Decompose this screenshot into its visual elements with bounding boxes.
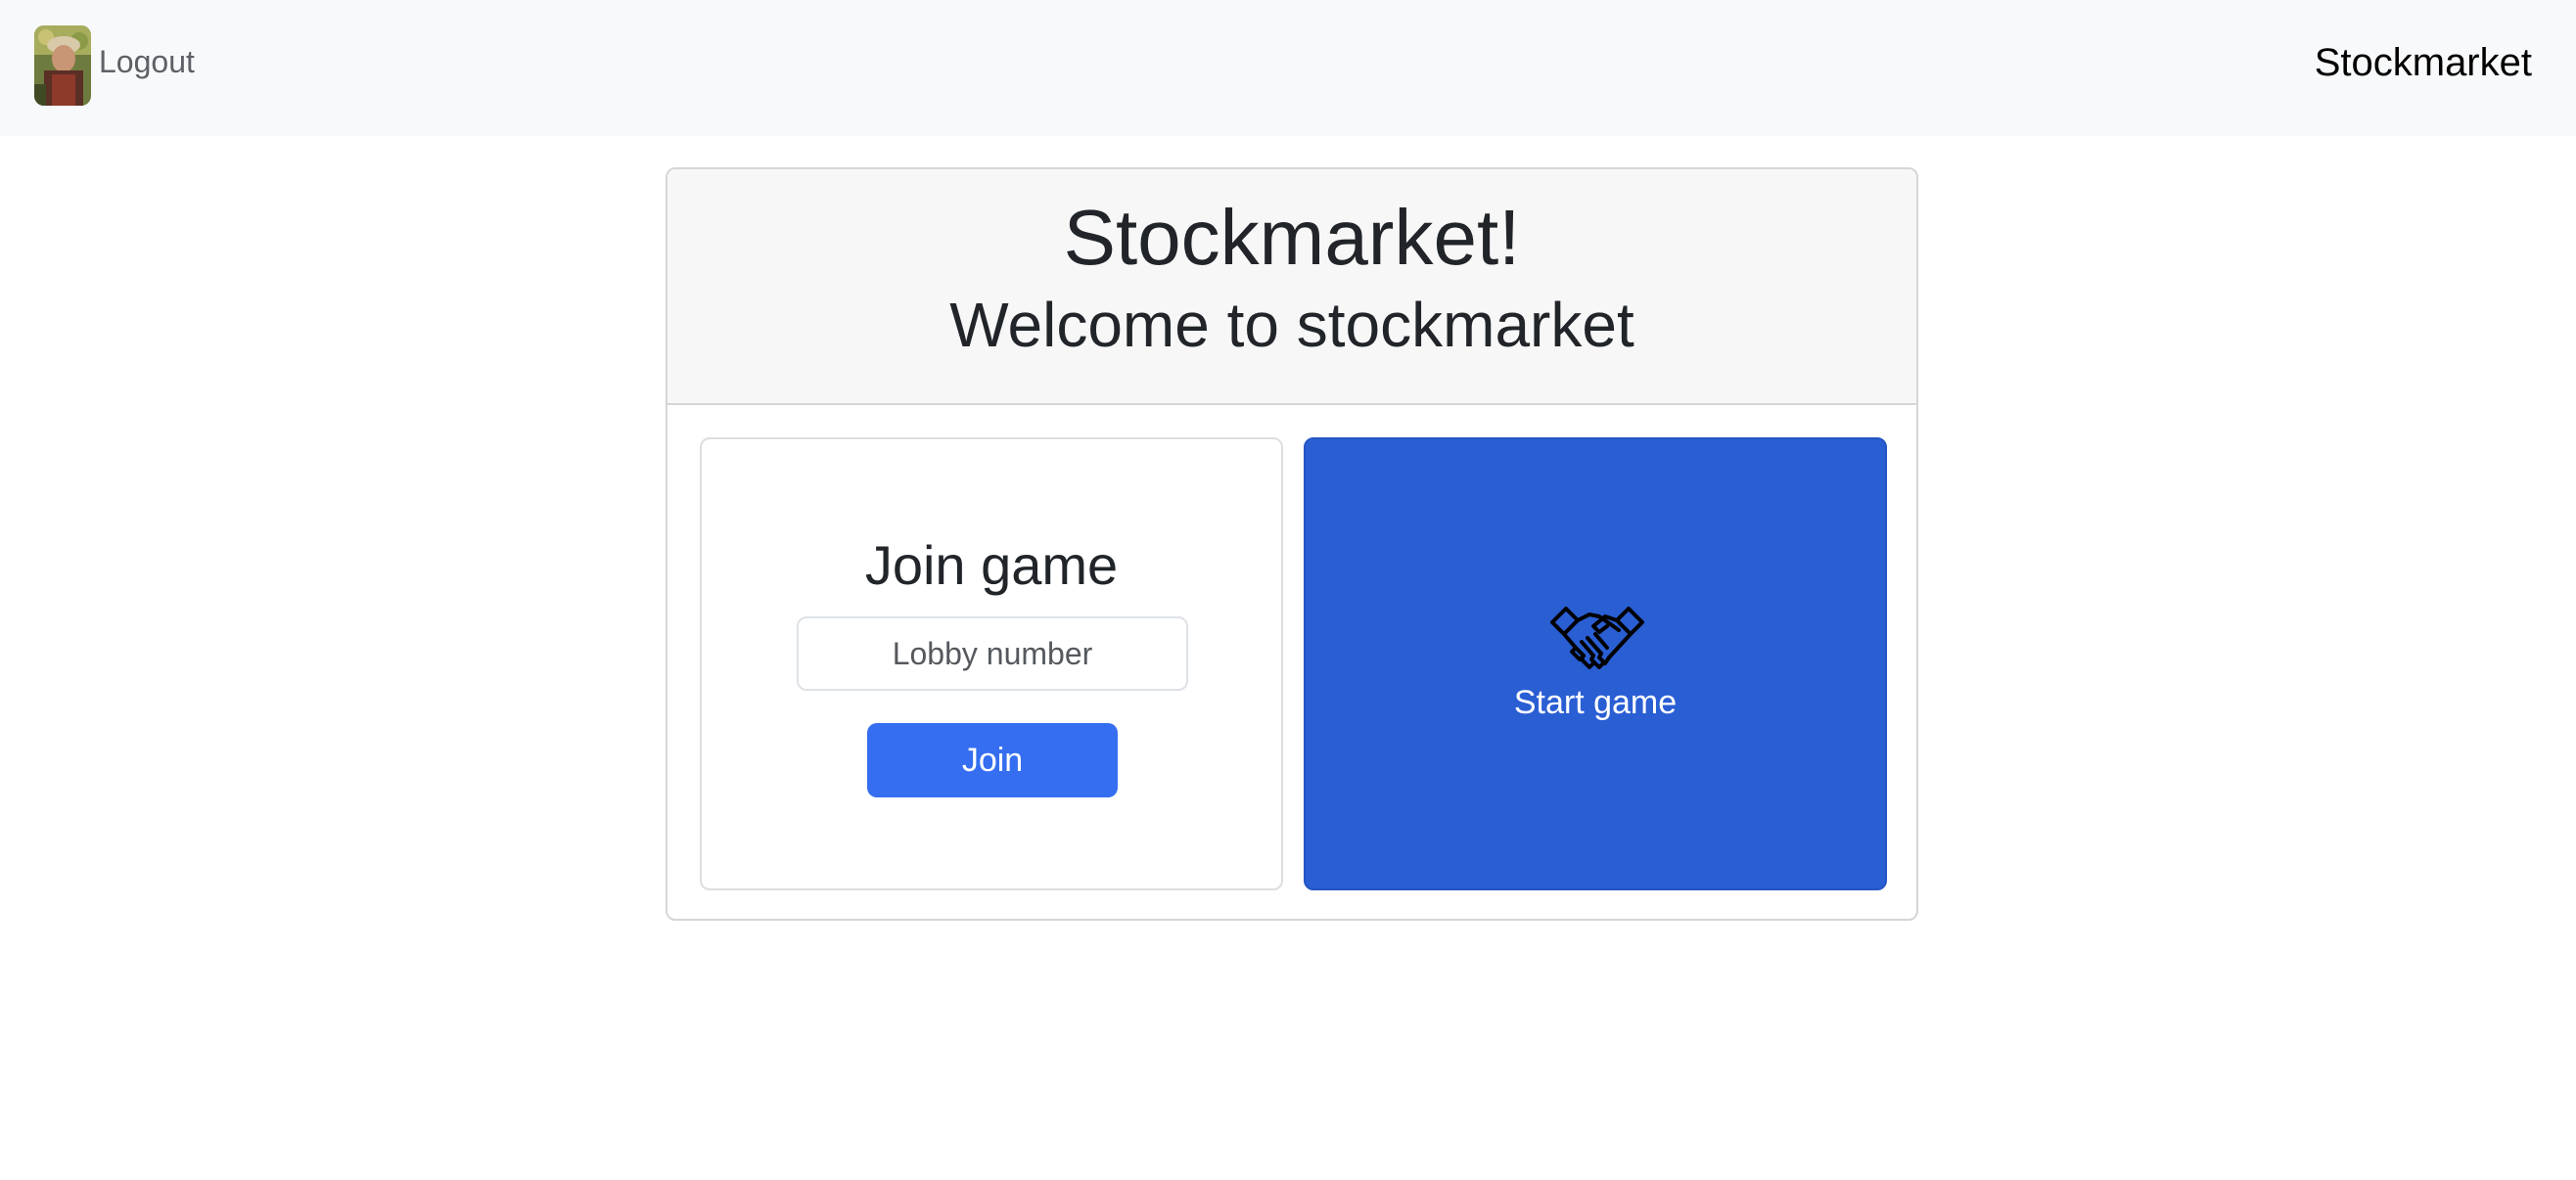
- page-title: Stockmarket!: [1063, 194, 1521, 281]
- navbar: Logout Stockmarket: [0, 0, 2576, 136]
- start-game-label: Start game: [1513, 684, 1678, 721]
- start-game-button[interactable]: Start game: [1304, 437, 1887, 890]
- logout-link[interactable]: Logout: [99, 44, 195, 80]
- join-button[interactable]: Join: [867, 723, 1118, 797]
- lobby-number-input[interactable]: [797, 616, 1188, 691]
- brand-link[interactable]: Stockmarket: [2315, 41, 2532, 85]
- page-subtitle: Welcome to stockmarket: [949, 290, 1634, 360]
- avatar[interactable]: [34, 25, 91, 106]
- main-card: Stockmarket! Welcome to stockmarket Join…: [666, 167, 1918, 921]
- user-area: Logout: [34, 25, 195, 106]
- handshake-icon: [1550, 607, 1644, 669]
- join-game-title: Join game: [864, 534, 1119, 596]
- card-body: Join game Join Start game: [667, 405, 1916, 919]
- join-game-panel: Join game Join: [700, 437, 1283, 890]
- card-header: Stockmarket! Welcome to stockmarket: [667, 169, 1916, 405]
